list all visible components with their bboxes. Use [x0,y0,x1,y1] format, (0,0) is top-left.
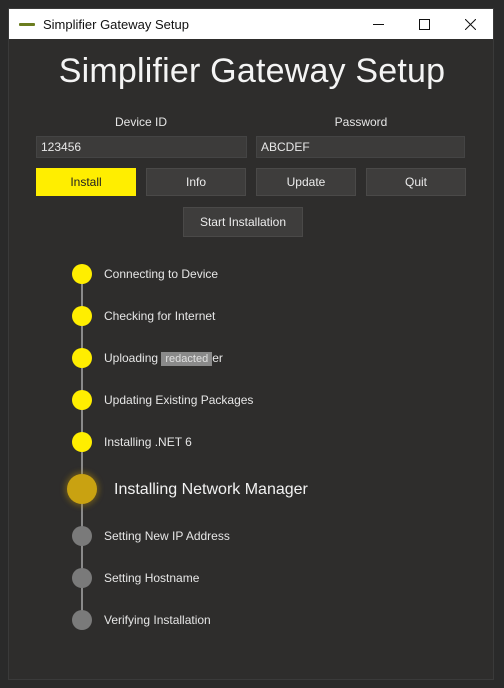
step-status-dot [72,306,92,326]
info-button[interactable]: Info [146,168,246,196]
step-status-dot [72,568,92,588]
step-status-dot [72,432,92,452]
step-status-dot [72,610,92,630]
step-label-suffix: er [212,351,223,365]
close-button[interactable] [447,9,493,39]
redacted-text: redacted [161,351,213,366]
maximize-icon [418,18,430,30]
window-controls [355,9,493,39]
minimize-button[interactable] [355,9,401,39]
device-id-input[interactable]: 123456 [36,136,247,158]
step-label: Checking for Internet [104,309,216,323]
password-input[interactable]: ABCDEF [256,136,465,158]
minimize-icon [372,23,384,25]
title-bar: Simplifier Gateway Setup [9,9,493,39]
password-label: Password [334,115,388,129]
step-status-dot [72,526,92,546]
step-status-dot-active [67,474,97,504]
update-button[interactable]: Update [256,168,356,196]
step-label: Updating Existing Packages [104,393,254,407]
device-id-label: Device ID [114,115,167,129]
install-button[interactable]: Install [36,168,136,196]
step-label-prefix: Uploading [104,351,159,365]
step-label: Verifying Installation [104,613,211,627]
app-heading: Simplifier Gateway Setup [58,52,446,90]
app-logo-icon [19,22,35,26]
step-status-dot [72,390,92,410]
step-status-dot [72,264,92,284]
maximize-button[interactable] [401,9,447,39]
step-label: Installing .NET 6 [104,435,192,449]
quit-button[interactable]: Quit [366,168,466,196]
step-status-dot [72,348,92,368]
close-icon [464,18,476,30]
step-label-active: Installing Network Manager [114,481,308,498]
start-installation-button[interactable]: Start Installation [183,207,303,237]
step-label: Setting Hostname [104,571,200,585]
window-title: Simplifier Gateway Setup [43,16,189,32]
step-label: Setting New IP Address [104,529,230,543]
step-label: Uploading redacted er [104,351,223,366]
step-label: Connecting to Device [104,267,219,281]
